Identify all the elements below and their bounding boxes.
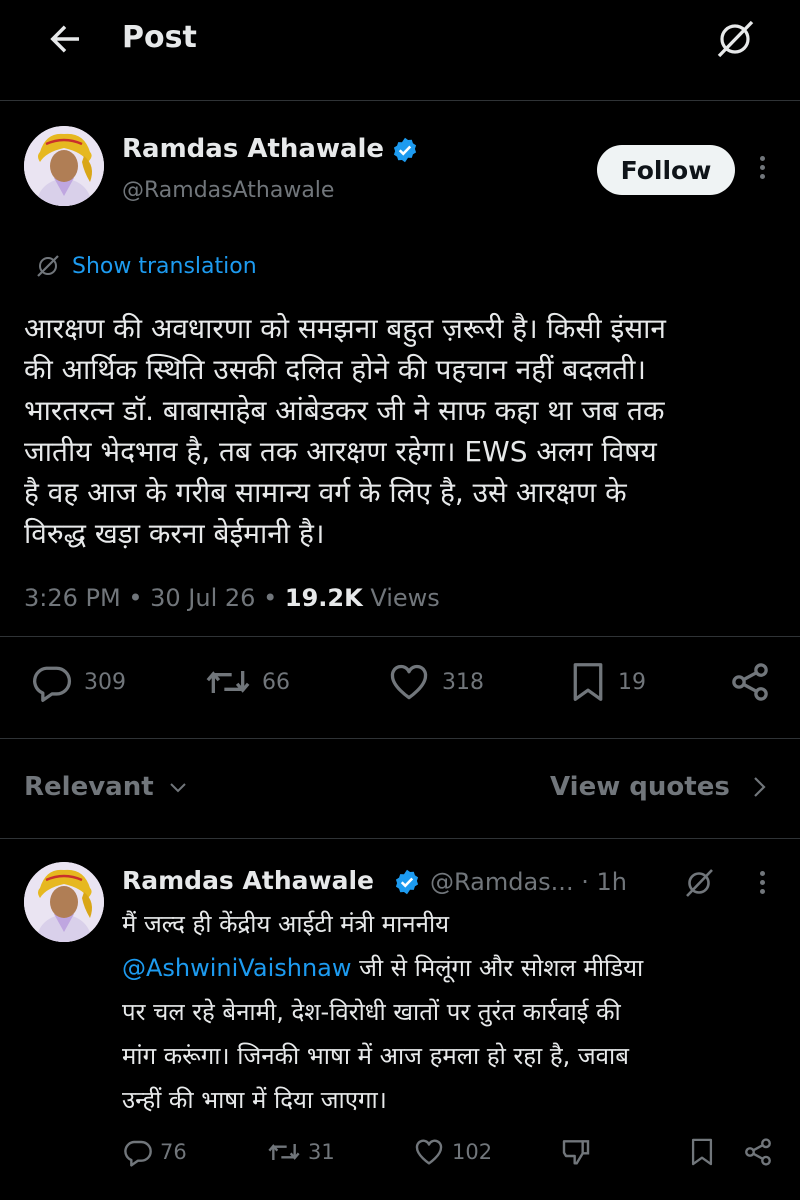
reply-handle[interactable]: @Ramdas... <box>430 868 574 896</box>
reply-bookmark-button[interactable] <box>688 1136 716 1168</box>
post-text-line: आरक्षण की अवधारणा को समझना बहुत ज़रूरी ह… <box>24 312 666 345</box>
repost-count: 66 <box>262 669 290 695</box>
share-button[interactable] <box>728 660 772 704</box>
header-divider <box>0 100 800 101</box>
reply-text-line: पर चल रहे बेनामी, देश-विरोधी खातों पर तु… <box>122 998 621 1026</box>
top-bar: Post <box>0 0 800 80</box>
reply-text: मैं जल्द ही केंद्रीय आईटी मंत्री माननीय … <box>122 902 643 1122</box>
show-translation-link[interactable]: Show translation <box>34 252 257 280</box>
grok-icon[interactable] <box>682 866 716 900</box>
views-label: Views <box>370 584 440 612</box>
reply-share-button[interactable] <box>742 1136 774 1168</box>
bookmark-icon <box>688 1136 716 1168</box>
sort-dropdown[interactable]: Relevant <box>24 772 190 802</box>
reply-count: 309 <box>84 669 126 695</box>
reply-text-line: मांग करूंगा। जिनकी भाषा में आज हमला हो र… <box>122 1042 629 1070</box>
show-translation-label: Show translation <box>72 253 257 279</box>
bookmark-icon <box>568 660 608 704</box>
like-count: 318 <box>442 669 484 695</box>
translate-icon <box>34 252 62 280</box>
post-date[interactable]: 30 Jul 26 <box>150 584 255 612</box>
view-quotes-label: View quotes <box>550 772 730 802</box>
sort-label: Relevant <box>24 772 154 802</box>
author-handle[interactable]: @RamdasAthawale <box>122 178 334 203</box>
reply-repost-button[interactable]: 31 <box>266 1136 335 1168</box>
reply-dislike-button[interactable] <box>560 1136 592 1168</box>
more-options-icon[interactable] <box>755 156 769 183</box>
like-button[interactable]: 318 <box>386 660 484 704</box>
reply-author-name[interactable]: Ramdas Athawale <box>122 866 374 895</box>
page-title: Post <box>122 20 197 55</box>
post-time[interactable]: 3:26 PM <box>24 584 121 612</box>
verified-badge-icon <box>393 868 421 896</box>
share-icon <box>742 1136 774 1168</box>
chevron-right-icon <box>748 774 770 800</box>
follow-button[interactable]: Follow <box>597 145 735 195</box>
author-name[interactable]: Ramdas Athawale <box>122 134 384 164</box>
repost-icon <box>204 660 252 704</box>
back-arrow-icon[interactable] <box>44 18 86 60</box>
mention-link[interactable]: @AshwiniVaishnaw <box>122 954 352 982</box>
reply-like-count: 102 <box>452 1140 493 1164</box>
reply-text-line: उन्हीं की भाषा में दिया जाएगा। <box>122 1086 387 1114</box>
reply-repost-count: 31 <box>308 1140 335 1164</box>
avatar[interactable] <box>24 126 104 206</box>
filter-divider <box>0 838 800 839</box>
reply-text-segment: जी से मिलूंगा और सोशल मीडिया <box>351 954 644 982</box>
reply-time[interactable]: 1h <box>596 868 626 896</box>
post-meta: 3:26 PM • 30 Jul 26 • 19.2K Views <box>24 584 440 612</box>
reply-like-button[interactable]: 102 <box>412 1136 492 1168</box>
repost-icon <box>266 1136 302 1168</box>
bookmark-button[interactable]: 19 <box>568 660 646 704</box>
reply-meta: @Ramdas... · 1h <box>430 868 627 896</box>
verified-badge-icon <box>391 136 419 164</box>
post-text-line: जातीय भेदभाव है, तब तक आरक्षण रहेगा। EWS… <box>24 435 657 468</box>
heart-icon <box>386 660 432 704</box>
reply-icon <box>30 660 74 704</box>
view-quotes-link[interactable]: View quotes <box>550 772 770 802</box>
meta-divider <box>0 636 800 637</box>
views-count: 19.2K <box>284 584 363 612</box>
share-icon <box>728 660 772 704</box>
grok-icon[interactable] <box>712 16 758 62</box>
reply-more-options-icon[interactable] <box>755 871 769 898</box>
post-text-line: की आर्थिक स्थिति उसकी दलित होने की पहचान… <box>24 353 646 386</box>
reply-reply-count: 76 <box>160 1140 187 1164</box>
actions-divider <box>0 738 800 739</box>
reply-button[interactable]: 309 <box>30 660 126 704</box>
post-text: आरक्षण की अवधारणा को समझना बहुत ज़रूरी ह… <box>24 308 666 554</box>
repost-button[interactable]: 66 <box>204 660 290 704</box>
chevron-down-icon <box>166 775 190 799</box>
reply-text-line: @AshwiniVaishnaw जी से मिलूंगा और सोशल म… <box>122 946 643 990</box>
post-text-line: विरुद्ध खड़ा करना बेईमानी है। <box>24 517 325 550</box>
bookmark-count: 19 <box>618 669 646 695</box>
reply-reply-button[interactable]: 76 <box>122 1136 187 1168</box>
post-text-line: है वह आज के गरीब सामान्य वर्ग के लिए है,… <box>24 476 627 509</box>
reply-text-line: मैं जल्द ही केंद्रीय आईटी मंत्री माननीय <box>122 910 450 938</box>
thumbs-down-icon <box>560 1136 592 1168</box>
heart-icon <box>412 1136 446 1168</box>
reply-icon <box>122 1136 154 1168</box>
post-text-line: भारतरत्न डॉ. बाबासाहेब आंबेडकर जी ने साफ… <box>24 394 665 427</box>
reply-avatar[interactable] <box>24 862 104 942</box>
